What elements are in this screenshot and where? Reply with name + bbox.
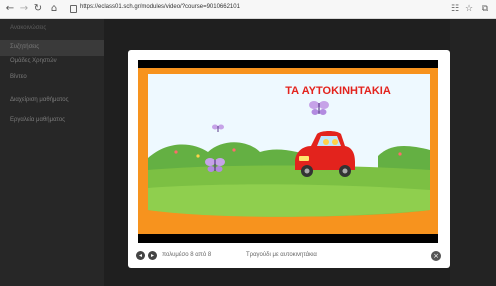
extensions-icon[interactable]: ⧉ (480, 4, 490, 14)
lock-icon (70, 5, 77, 13)
media-counter: πολυμέσο 8 από 8 (162, 252, 212, 258)
previous-icon[interactable]: ◂ (136, 251, 145, 260)
close-icon[interactable]: × (431, 251, 441, 261)
address-bar[interactable]: https://eclass01.sch.gr/modules/video/?c… (80, 4, 240, 10)
video-frame: ΤΑ ΑΥΤΟΚΙΝΗΤΑΚΙΑ (138, 60, 438, 243)
back-icon[interactable]: ← (4, 3, 16, 15)
sidebar-item-course-admin[interactable]: Διαχείριση μαθήματος (10, 97, 68, 107)
reader-icon[interactable]: ☷ (450, 4, 460, 14)
forward-icon[interactable]: → (18, 3, 30, 15)
favorite-icon[interactable]: ☆ (464, 4, 474, 14)
sidebar-item-course-tools[interactable]: Εργαλεία μαθήματος (10, 117, 65, 127)
video-title: ΤΑ ΑΥΤΟΚΙΝΗΤΑΚΙΑ (285, 85, 391, 97)
video-player[interactable]: ΤΑ ΑΥΤΟΚΙΝΗΤΑΚΙΑ (138, 60, 438, 243)
sidebar-item-announcements[interactable]: Ανακοινώσεις (10, 25, 46, 35)
sidebar-item-discussions[interactable]: Συζητήσεις (10, 44, 39, 54)
video-caption: Τραγούδι με αυτοκινητάκια (246, 252, 317, 258)
browser-toolbar: ← → ↻ ⌂ https://eclass01.sch.gr/modules/… (0, 0, 496, 19)
next-icon[interactable]: ▸ (148, 251, 157, 260)
butterfly-icon (205, 158, 225, 172)
date-column (450, 19, 496, 286)
butterfly-icon (309, 101, 329, 115)
course-sidebar: Ανακοινώσεις Συζητήσεις Ομάδες Χρηστών Β… (0, 19, 104, 286)
sidebar-item-groups[interactable]: Ομάδες Χρηστών (10, 58, 57, 68)
sidebar-item-video[interactable]: Βίντεο (10, 74, 27, 84)
reload-icon[interactable]: ↻ (32, 3, 44, 15)
home-icon[interactable]: ⌂ (48, 3, 60, 15)
player-controls: ◂ ▸ πολυμέσο 8 από 8 Τραγούδι με αυτοκιν… (128, 248, 450, 266)
